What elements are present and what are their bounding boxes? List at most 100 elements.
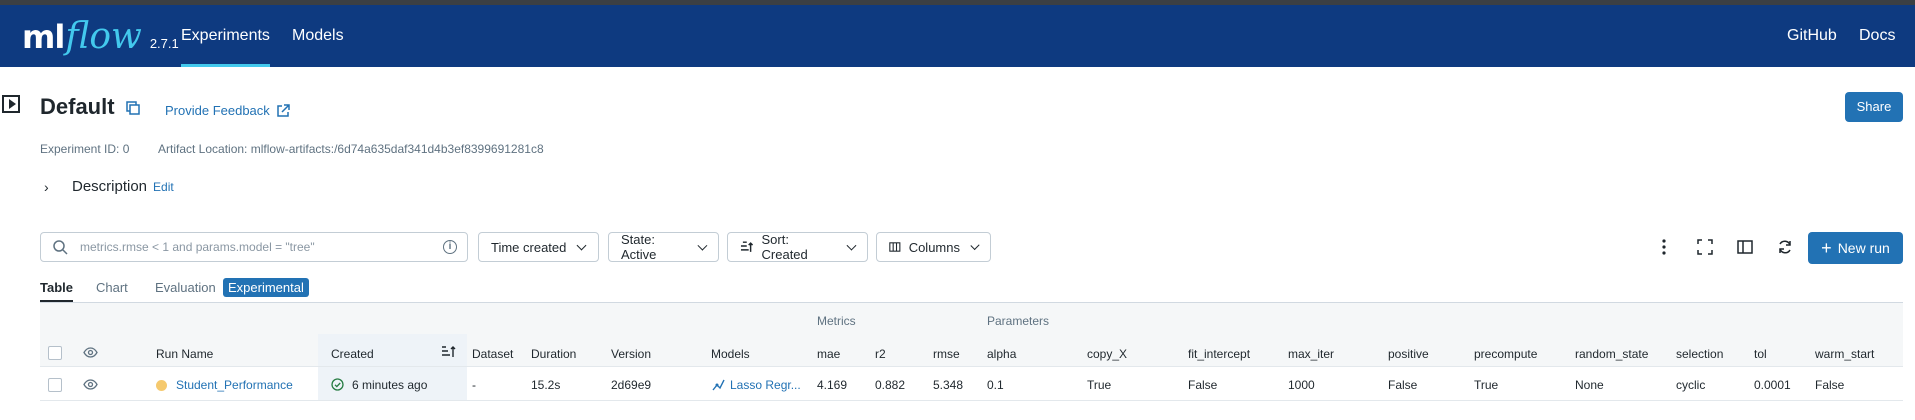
new-run-button[interactable]: + New run bbox=[1808, 232, 1903, 264]
nav-link-docs[interactable]: Docs bbox=[1859, 5, 1895, 67]
artifact-location-value: mlflow-artifacts:/6d74a635daf341d4b3ef83… bbox=[250, 142, 544, 156]
experiment-id-label: Experiment ID: bbox=[40, 142, 120, 156]
share-button[interactable]: Share bbox=[1845, 92, 1903, 122]
header-row-divider bbox=[40, 366, 1903, 367]
page-title: Default bbox=[40, 94, 115, 119]
sort-icon bbox=[740, 241, 754, 252]
column-header-version[interactable]: Version bbox=[611, 347, 651, 361]
column-header-random-state[interactable]: random_state bbox=[1575, 347, 1648, 361]
sort-dropdown[interactable]: Sort: Created bbox=[727, 232, 868, 262]
row-checkbox[interactable] bbox=[48, 378, 62, 392]
nav-tab-experiments[interactable]: Experiments bbox=[181, 5, 270, 67]
parameters-group-header: Parameters bbox=[987, 314, 1050, 328]
column-header-tol[interactable]: tol bbox=[1754, 347, 1767, 361]
side-panel-icon[interactable] bbox=[1735, 237, 1755, 257]
description-row[interactable]: › Description Edit bbox=[44, 178, 174, 195]
mae-cell: 4.169 bbox=[817, 378, 848, 392]
warm-start-cell: False bbox=[1815, 378, 1845, 392]
plus-icon: + bbox=[1821, 238, 1832, 258]
experiment-id-value: 0 bbox=[122, 142, 130, 156]
experiment-id: Experiment ID: 0 bbox=[40, 142, 129, 156]
row-divider bbox=[40, 400, 1903, 401]
nav-tab-models[interactable]: Models bbox=[292, 5, 344, 67]
top-navbar: ml flow 2.7.1 Experiments Models GitHub … bbox=[0, 5, 1915, 67]
column-header-models[interactable]: Models bbox=[711, 347, 750, 361]
new-run-label: New run bbox=[1837, 240, 1890, 256]
feedback-label: Provide Feedback bbox=[165, 103, 270, 118]
column-header-max-iter[interactable]: max_iter bbox=[1288, 347, 1334, 361]
run-color-dot[interactable] bbox=[156, 380, 167, 391]
chevron-right-icon: › bbox=[44, 178, 49, 195]
column-header-warm-start[interactable]: warm_start bbox=[1815, 347, 1874, 361]
logo-flow-text: flow bbox=[65, 16, 142, 57]
sort-label: Sort: Created bbox=[761, 232, 808, 262]
column-header-copy-x[interactable]: copy_X bbox=[1087, 347, 1127, 361]
r2-cell: 0.882 bbox=[875, 378, 906, 392]
info-icon[interactable]: i bbox=[443, 240, 457, 254]
rmse-cell: 5.348 bbox=[933, 378, 964, 392]
random-state-cell: None bbox=[1575, 378, 1604, 392]
search-icon bbox=[53, 239, 68, 255]
fullscreen-icon[interactable] bbox=[1695, 237, 1715, 257]
eye-icon[interactable] bbox=[83, 347, 98, 358]
columns-label: Columns bbox=[908, 239, 960, 255]
column-header-mae[interactable]: mae bbox=[817, 347, 840, 361]
column-header-selection[interactable]: selection bbox=[1676, 347, 1723, 361]
chevron-down-icon bbox=[846, 240, 857, 250]
select-all-checkbox[interactable] bbox=[48, 346, 62, 360]
run-name-link[interactable]: Student_Performance bbox=[176, 378, 293, 392]
sort-desc-icon[interactable] bbox=[441, 345, 456, 358]
nav-link-github[interactable]: GitHub bbox=[1787, 5, 1837, 67]
tab-evaluation[interactable]: Evaluation bbox=[155, 280, 216, 295]
columns-icon bbox=[889, 242, 901, 252]
chevron-down-icon bbox=[576, 240, 587, 250]
search-input[interactable] bbox=[78, 239, 442, 255]
copy-x-cell: True bbox=[1087, 378, 1112, 392]
chevron-down-icon bbox=[697, 240, 708, 250]
artifact-location-label: Artifact Location: bbox=[158, 142, 248, 156]
metrics-group-header: Metrics bbox=[817, 314, 856, 328]
column-header-run-name[interactable]: Run Name bbox=[156, 347, 213, 361]
model-link[interactable]: Lasso Regr... bbox=[730, 378, 801, 392]
time-created-dropdown[interactable]: Time created bbox=[478, 232, 599, 262]
provide-feedback-link[interactable]: Provide Feedback bbox=[165, 103, 290, 118]
created-cell: 6 minutes ago bbox=[352, 378, 428, 392]
selection-cell: cyclic bbox=[1676, 378, 1706, 392]
duration-cell: 15.2s bbox=[531, 378, 561, 392]
state-dropdown[interactable]: State: Active bbox=[608, 232, 719, 262]
refresh-icon[interactable] bbox=[1775, 237, 1795, 257]
artifact-location: Artifact Location: mlflow-artifacts:/6d7… bbox=[158, 142, 544, 156]
description-edit-link[interactable]: Edit bbox=[153, 180, 174, 194]
tol-cell: 0.0001 bbox=[1754, 378, 1791, 392]
column-header-alpha[interactable]: alpha bbox=[987, 347, 1016, 361]
column-header-created[interactable]: Created bbox=[331, 347, 374, 361]
time-created-label: Time created bbox=[491, 239, 567, 255]
column-header-rmse[interactable]: rmse bbox=[933, 347, 960, 361]
copy-icon[interactable] bbox=[126, 101, 140, 115]
version-label: 2.7.1 bbox=[149, 36, 179, 51]
dataset-cell: - bbox=[472, 378, 476, 392]
positive-cell: False bbox=[1388, 378, 1418, 392]
experimental-badge: Experimental bbox=[223, 278, 309, 297]
version-cell: 2d69e9 bbox=[611, 378, 652, 392]
column-header-fit-intercept[interactable]: fit_intercept bbox=[1188, 347, 1250, 361]
external-link-icon bbox=[277, 103, 290, 117]
search-box[interactable]: i bbox=[40, 232, 468, 262]
eye-icon[interactable] bbox=[83, 379, 98, 390]
columns-dropdown[interactable]: Columns bbox=[876, 232, 991, 262]
play-icon bbox=[8, 99, 16, 109]
model-icon bbox=[712, 379, 725, 391]
tab-chart[interactable]: Chart bbox=[96, 280, 128, 295]
chevron-down-icon bbox=[970, 240, 980, 250]
column-header-duration[interactable]: Duration bbox=[531, 347, 576, 361]
column-header-precompute[interactable]: precompute bbox=[1474, 347, 1537, 361]
column-header-dataset[interactable]: Dataset bbox=[472, 347, 513, 361]
precompute-cell: True bbox=[1474, 378, 1499, 392]
column-header-positive[interactable]: positive bbox=[1388, 347, 1429, 361]
tab-table[interactable]: Table bbox=[40, 280, 73, 302]
alpha-cell: 0.1 bbox=[987, 378, 1004, 392]
mlflow-logo[interactable]: ml flow 2.7.1 bbox=[22, 15, 179, 59]
column-header-r2[interactable]: r2 bbox=[875, 347, 886, 361]
kebab-menu-icon[interactable] bbox=[1654, 237, 1674, 257]
sidebar-toggle-button[interactable] bbox=[2, 95, 20, 113]
